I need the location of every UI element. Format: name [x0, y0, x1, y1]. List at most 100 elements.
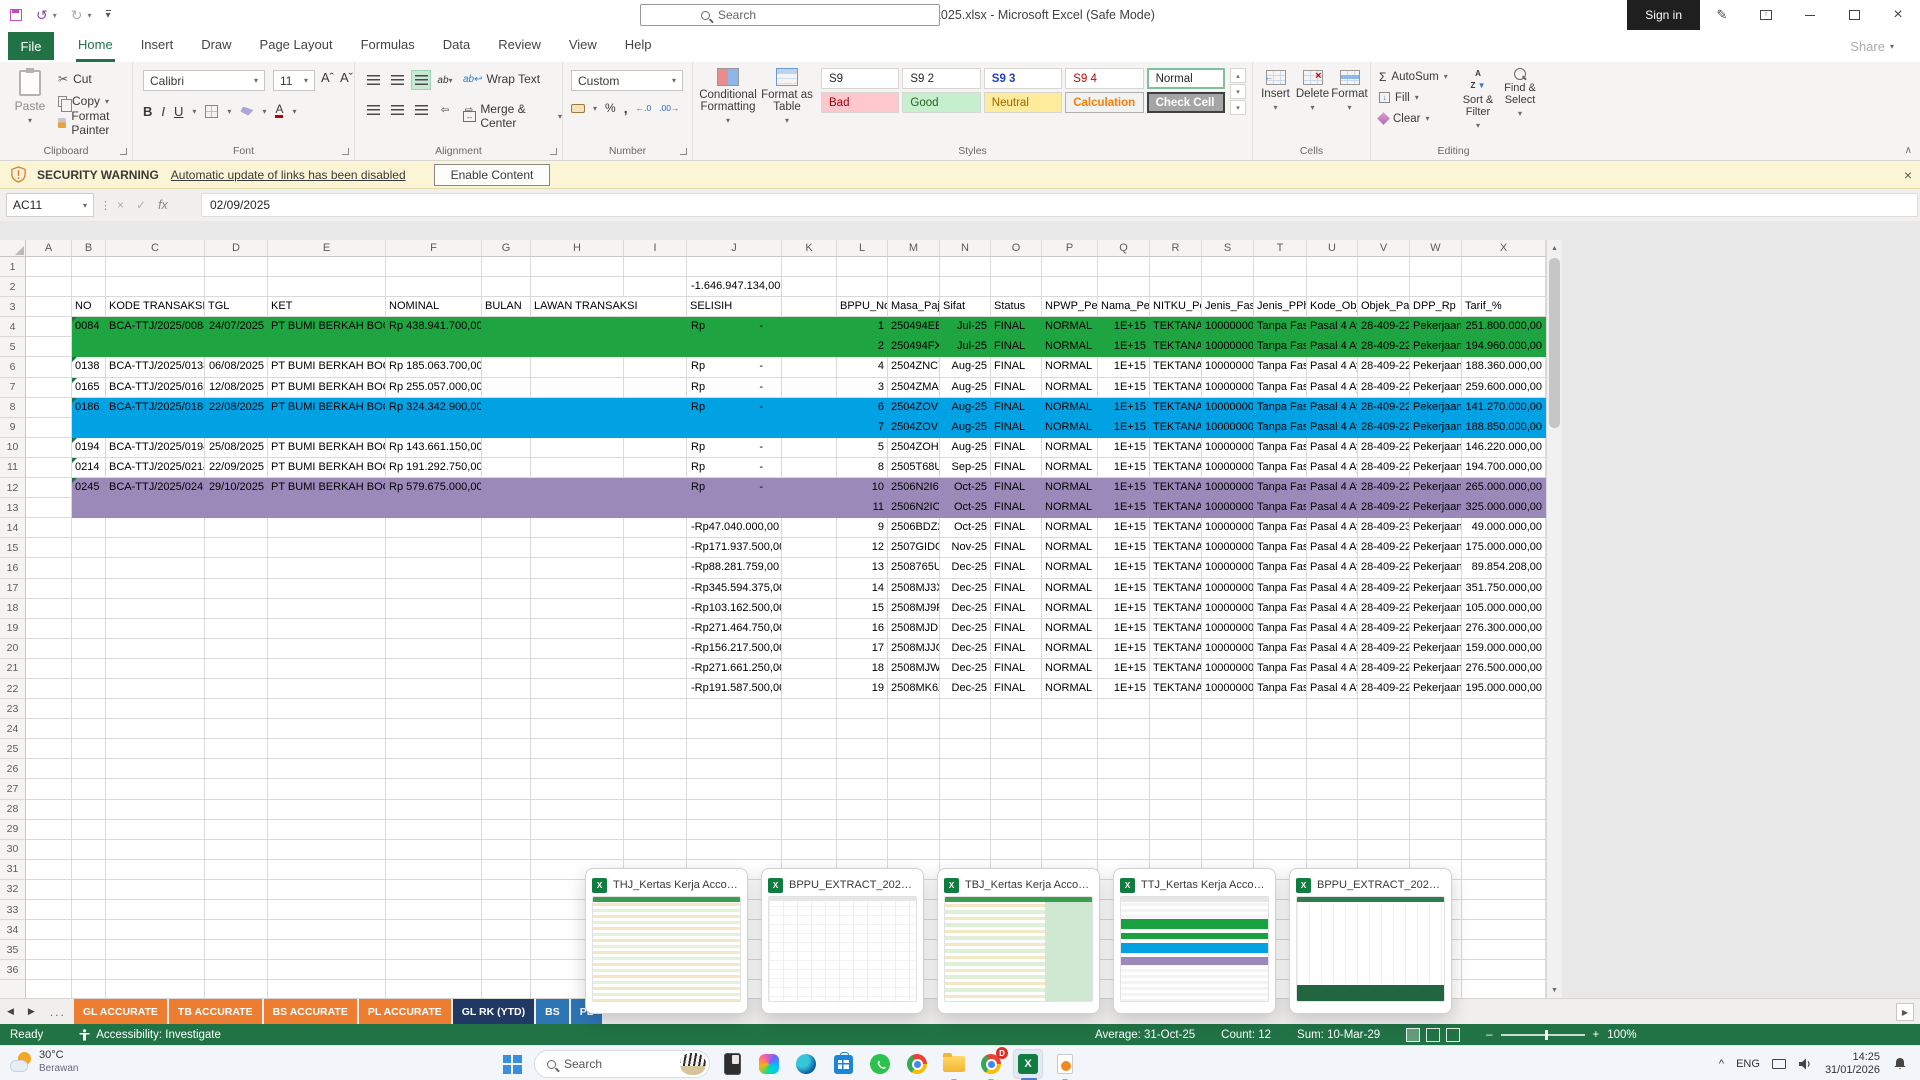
cell-C26[interactable] — [106, 759, 205, 779]
cell-N10[interactable]: Aug-25 — [940, 438, 991, 458]
cell-E26[interactable] — [268, 759, 386, 779]
cell-B1[interactable] — [72, 257, 106, 277]
cell-P29[interactable] — [1042, 820, 1098, 840]
cell-H22[interactable] — [531, 679, 624, 699]
cell-P10[interactable]: NORMAL — [1042, 438, 1098, 458]
font-name-select[interactable]: Calibri▾ — [143, 70, 265, 91]
cell-D32[interactable] — [205, 880, 268, 900]
cell-N16[interactable]: Dec-25 — [940, 558, 991, 578]
cell-M1[interactable] — [888, 257, 940, 277]
cell-H2[interactable] — [531, 277, 624, 297]
cell-B26[interactable] — [72, 759, 106, 779]
cell-C30[interactable] — [106, 840, 205, 860]
cell-C36[interactable] — [106, 960, 205, 980]
find-select-button[interactable]: Find & Select▾ — [1501, 68, 1539, 132]
cell-D10[interactable]: 25/08/2025 — [205, 438, 268, 458]
cell-E5[interactable] — [268, 337, 386, 357]
cell-Q16[interactable]: 1E+15 — [1098, 558, 1150, 578]
cell-R6[interactable]: TEKTANA — [1150, 357, 1202, 377]
cell-Q8[interactable]: 1E+15 — [1098, 398, 1150, 418]
cell-N15[interactable]: Nov-25 — [940, 538, 991, 558]
cell-B16[interactable] — [72, 558, 106, 578]
cell-M26[interactable] — [888, 759, 940, 779]
cell-D6[interactable]: 06/08/2025 — [205, 357, 268, 377]
cell-N26[interactable] — [940, 759, 991, 779]
column-header-R[interactable]: R — [1150, 240, 1202, 257]
cell-M3[interactable]: Masa_Paja — [888, 297, 940, 317]
decrease-font-icon[interactable]: Aˇ — [340, 70, 353, 85]
tray-chevron-icon[interactable]: ^ — [1719, 1058, 1724, 1070]
cell-S10[interactable]: 100000000 — [1202, 438, 1254, 458]
cell-A15[interactable] — [26, 538, 72, 558]
cell-A11[interactable] — [26, 458, 72, 478]
cell-C17[interactable] — [106, 579, 205, 599]
row-header-23[interactable]: 23 — [0, 699, 26, 719]
row-header-12[interactable]: 12 — [0, 478, 26, 498]
cell-R20[interactable]: TEKTANA — [1150, 639, 1202, 659]
cell-M30[interactable] — [888, 840, 940, 860]
ribbon-display-options-icon[interactable]: ↑ — [1744, 0, 1788, 30]
cell-R29[interactable] — [1150, 820, 1202, 840]
cell-U8[interactable]: Pasal 4 Ay — [1307, 398, 1358, 418]
cell-H10[interactable] — [531, 438, 624, 458]
clear-button[interactable]: Clear▾ — [1379, 110, 1448, 127]
cell-R1[interactable] — [1150, 257, 1202, 277]
cell-P13[interactable]: NORMAL — [1042, 498, 1098, 518]
cell-M2[interactable] — [888, 277, 940, 297]
preview-thumbnail[interactable] — [768, 896, 917, 1002]
cell-L17[interactable]: 14 — [837, 579, 888, 599]
cell-T24[interactable] — [1254, 719, 1307, 739]
cell-G25[interactable] — [482, 739, 531, 759]
cell-P2[interactable] — [1042, 277, 1098, 297]
merge-center-button[interactable]: ↔Merge & Center▾ — [463, 102, 562, 130]
cell-E7[interactable]: PT BUMI BERKAH BOG — [268, 378, 386, 398]
cell-T18[interactable]: Tanpa Fas — [1254, 599, 1307, 619]
cell-D25[interactable] — [205, 739, 268, 759]
percent-style-icon[interactable]: % — [605, 101, 616, 115]
cell-I19[interactable] — [624, 619, 687, 639]
cell-V24[interactable] — [1358, 719, 1410, 739]
cell-X28[interactable] — [1462, 800, 1546, 820]
cell-B29[interactable] — [72, 820, 106, 840]
cell-P30[interactable] — [1042, 840, 1098, 860]
cell-U20[interactable]: Pasal 4 Ay — [1307, 639, 1358, 659]
cell-E9[interactable] — [268, 418, 386, 438]
cell-F36[interactable] — [386, 960, 482, 980]
cell-C28[interactable] — [106, 800, 205, 820]
cell-Q22[interactable]: 1E+15 — [1098, 679, 1150, 699]
cell-I23[interactable] — [624, 699, 687, 719]
bottom-align-button[interactable] — [411, 70, 431, 90]
cell-I22[interactable] — [624, 679, 687, 699]
cell-V26[interactable] — [1358, 759, 1410, 779]
cell-D31[interactable] — [205, 860, 268, 880]
cell-G4[interactable] — [482, 317, 531, 337]
cell-E10[interactable]: PT BUMI BERKAH BOG — [268, 438, 386, 458]
cell-S17[interactable]: 100000000 — [1202, 579, 1254, 599]
cell-D18[interactable] — [205, 599, 268, 619]
cell-U21[interactable]: Pasal 4 Ay — [1307, 659, 1358, 679]
cell-B7[interactable]: 0165 — [72, 378, 106, 398]
decrease-indent-button[interactable]: ⇦ — [435, 100, 455, 120]
column-header-E[interactable]: E — [268, 240, 386, 257]
cell-J11[interactable]: Rp- — [687, 458, 782, 478]
cell-A1[interactable] — [26, 257, 72, 277]
cell-D11[interactable]: 22/09/2025 — [205, 458, 268, 478]
column-header-S[interactable]: S — [1202, 240, 1254, 257]
cell-H28[interactable] — [531, 800, 624, 820]
windows-start-icon[interactable] — [497, 1049, 527, 1079]
column-header-W[interactable]: W — [1410, 240, 1462, 257]
cell-K29[interactable] — [782, 820, 837, 840]
top-align-button[interactable] — [363, 70, 383, 90]
cell-C11[interactable]: BCA-TTJ/2025/0214 — [106, 458, 205, 478]
cell-J16[interactable]: -Rp88.281.759,00 — [687, 558, 782, 578]
cell-E30[interactable] — [268, 840, 386, 860]
column-header-A[interactable]: A — [26, 240, 72, 257]
cell-R22[interactable]: TEKTANA — [1150, 679, 1202, 699]
sheet-tab-gl-accurate[interactable]: GL ACCURATE — [74, 999, 167, 1025]
row-header-26[interactable]: 26 — [0, 759, 26, 779]
cell-K8[interactable] — [782, 398, 837, 418]
row-header-34[interactable]: 34 — [0, 920, 26, 940]
cell-C3[interactable]: KODE TRANSAKSI — [106, 297, 205, 317]
row-header-11[interactable]: 11 — [0, 458, 26, 478]
cell-I30[interactable] — [624, 840, 687, 860]
